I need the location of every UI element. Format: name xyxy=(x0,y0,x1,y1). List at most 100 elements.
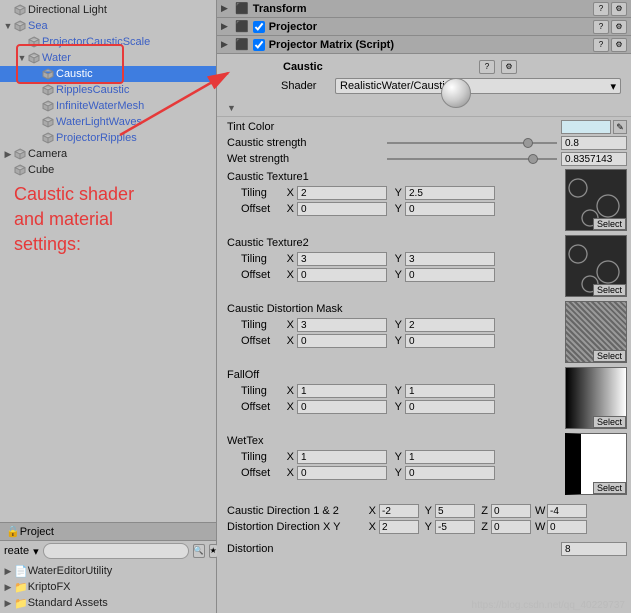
component-header[interactable]: ▶⬛Projector?⚙ xyxy=(217,18,631,36)
distortion-field[interactable] xyxy=(561,542,627,556)
offset-label: Offset xyxy=(227,401,283,413)
project-tab[interactable]: 🔒 Project xyxy=(0,523,216,541)
texture-title: Caustic Texture1 xyxy=(227,169,561,185)
vector-x-field[interactable] xyxy=(379,520,419,534)
fold-icon[interactable]: ▶ xyxy=(221,3,231,14)
fold-icon[interactable]: ▼ xyxy=(2,21,14,31)
caustic-strength-slider[interactable] xyxy=(387,137,557,149)
tiling-y-field[interactable] xyxy=(405,318,495,332)
lock-icon: 🔒 xyxy=(6,525,20,538)
tint-color-swatch[interactable] xyxy=(561,120,611,134)
shader-dropdown[interactable]: RealisticWater/CausticPC ▾ xyxy=(335,78,621,94)
offset-x-field[interactable] xyxy=(297,334,387,348)
tiling-y-field[interactable] xyxy=(405,450,495,464)
vector-x-field[interactable] xyxy=(379,504,419,518)
select-button[interactable]: Select xyxy=(593,350,626,362)
offset-y-field[interactable] xyxy=(405,466,495,480)
offset-y-field[interactable] xyxy=(405,202,495,216)
fold-icon[interactable]: ▶ xyxy=(2,566,14,577)
wet-strength-slider[interactable] xyxy=(387,153,557,165)
vector-y-field[interactable] xyxy=(435,504,475,518)
component-enable-checkbox[interactable] xyxy=(253,21,265,33)
texture-block: Caustic Texture2TilingXYOffsetXYSelect xyxy=(217,233,631,299)
hierarchy-item[interactable]: ▼Sea xyxy=(0,18,216,34)
texture-slot[interactable]: Select xyxy=(565,367,627,429)
wet-strength-field[interactable] xyxy=(561,152,627,166)
project-tab-label: Project xyxy=(20,526,54,538)
hierarchy-item[interactable]: ProjectorRipples xyxy=(0,130,216,146)
hierarchy-item[interactable]: WaterLightWaves xyxy=(0,114,216,130)
tiling-x-field[interactable] xyxy=(297,186,387,200)
tiling-y-field[interactable] xyxy=(405,252,495,266)
project-item[interactable]: ▶📁 KriptoFX xyxy=(0,579,216,595)
vector-w-field[interactable] xyxy=(547,520,587,534)
texture-slot[interactable]: Select xyxy=(565,235,627,297)
texture-slot[interactable]: Select xyxy=(565,301,627,363)
fold-icon[interactable]: ▶ xyxy=(221,39,231,50)
dropdown-icon[interactable]: ▾ xyxy=(33,545,39,558)
component-header[interactable]: ▶⬛Transform?⚙ xyxy=(217,0,631,18)
texture-slot[interactable]: Select xyxy=(565,433,627,495)
hierarchy-item[interactable]: ▶ Camera xyxy=(0,146,216,162)
help-icon[interactable]: ? xyxy=(593,2,609,16)
tiling-x-field[interactable] xyxy=(297,318,387,332)
hierarchy-item[interactable]: InfiniteWaterMesh xyxy=(0,98,216,114)
select-button[interactable]: Select xyxy=(593,416,626,428)
offset-x-field[interactable] xyxy=(297,400,387,414)
caustic-strength-field[interactable] xyxy=(561,136,627,150)
fold-icon[interactable]: ▶ xyxy=(221,21,231,32)
help-icon[interactable]: ? xyxy=(479,60,495,74)
project-item-label: KriptoFX xyxy=(28,581,71,593)
component-title: Projector xyxy=(269,21,589,33)
select-button[interactable]: Select xyxy=(593,482,626,494)
fold-icon[interactable]: ▶ xyxy=(2,598,14,609)
hierarchy-label: Camera xyxy=(28,148,67,160)
hierarchy-item[interactable]: RipplesCaustic xyxy=(0,82,216,98)
offset-x-field[interactable] xyxy=(297,268,387,282)
vector-z-field[interactable] xyxy=(491,520,531,534)
component-enable-checkbox[interactable] xyxy=(253,39,265,51)
tiling-y-field[interactable] xyxy=(405,384,495,398)
create-button[interactable]: reate xyxy=(4,545,29,557)
hierarchy-item[interactable]: ▼Water xyxy=(0,50,216,66)
offset-x-field[interactable] xyxy=(297,466,387,480)
fold-icon[interactable]: ▼ xyxy=(16,53,28,63)
settings-icon[interactable]: ⚙ xyxy=(501,60,517,74)
gear-icon[interactable]: ⚙ xyxy=(611,2,627,16)
gear-icon[interactable]: ⚙ xyxy=(611,38,627,52)
offset-y-field[interactable] xyxy=(405,334,495,348)
offset-y-field[interactable] xyxy=(405,400,495,414)
tiling-label: Tiling xyxy=(227,451,283,463)
tiling-x-field[interactable] xyxy=(297,252,387,266)
project-item[interactable]: ▶📁 Standard Assets xyxy=(0,595,216,611)
hierarchy-item[interactable]: Directional Light xyxy=(0,2,216,18)
tiling-y-field[interactable] xyxy=(405,186,495,200)
hierarchy-item[interactable]: Cube xyxy=(0,162,216,178)
search-filter-icon[interactable]: 🔍 xyxy=(193,544,205,558)
vector-z-field[interactable] xyxy=(491,504,531,518)
tiling-x-field[interactable] xyxy=(297,384,387,398)
hierarchy-label: ProjectorRipples xyxy=(56,132,137,144)
eyedropper-icon[interactable]: ✎ xyxy=(613,120,627,134)
offset-label: Offset xyxy=(227,467,283,479)
select-button[interactable]: Select xyxy=(593,284,626,296)
hierarchy-item[interactable]: Caustic xyxy=(0,66,216,82)
offset-x-field[interactable] xyxy=(297,202,387,216)
project-item[interactable]: ▶📄 WaterEditorUtility xyxy=(0,563,216,579)
tiling-x-field[interactable] xyxy=(297,450,387,464)
foldout-icon[interactable]: ▼ xyxy=(223,103,236,113)
select-button[interactable]: Select xyxy=(593,218,626,230)
offset-y-field[interactable] xyxy=(405,268,495,282)
component-header[interactable]: ▶⬛Projector Matrix (Script)?⚙ xyxy=(217,36,631,54)
fold-icon[interactable]: ▶ xyxy=(2,582,14,593)
vector-y-field[interactable] xyxy=(435,520,475,534)
help-icon[interactable]: ? xyxy=(593,20,609,34)
help-icon[interactable]: ? xyxy=(593,38,609,52)
vector-w-field[interactable] xyxy=(547,504,587,518)
texture-slot[interactable]: Select xyxy=(565,169,627,231)
fold-icon[interactable]: ▶ xyxy=(2,149,14,160)
watermark: https://blog.csdn.net/qq_40229737 xyxy=(472,600,625,611)
hierarchy-item[interactable]: ProjectorCausticScale xyxy=(0,34,216,50)
project-search-input[interactable] xyxy=(43,543,189,559)
gear-icon[interactable]: ⚙ xyxy=(611,20,627,34)
